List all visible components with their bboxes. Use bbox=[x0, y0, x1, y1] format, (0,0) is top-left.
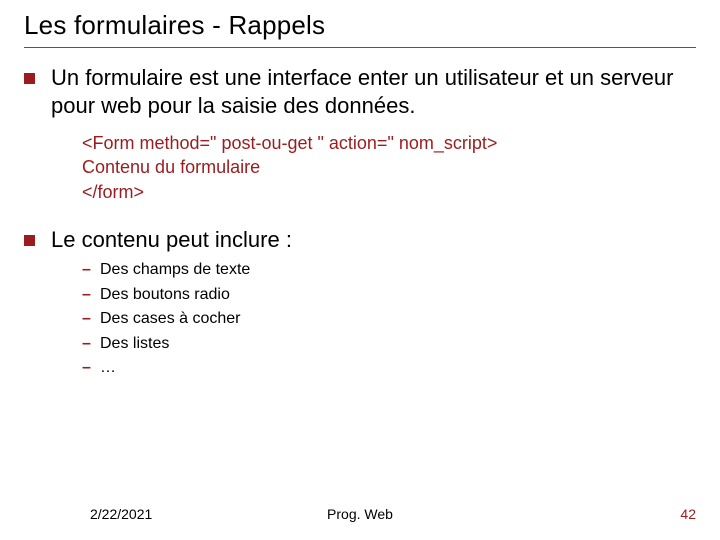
list-item: – Des champs de texte bbox=[82, 259, 696, 281]
code-line: <Form method=" post-ou-get " action=" no… bbox=[82, 131, 696, 155]
dash-bullet-icon: – bbox=[82, 284, 100, 306]
code-block: <Form method=" post-ou-get " action=" no… bbox=[82, 131, 696, 204]
bullet-text: Le contenu peut inclure : bbox=[51, 226, 292, 254]
code-line: Contenu du formulaire bbox=[82, 155, 696, 179]
code-line: </form> bbox=[82, 180, 696, 204]
footer-page-number: 42 bbox=[680, 506, 696, 522]
list-item: – … bbox=[82, 357, 696, 379]
slide-footer: 2/22/2021 Prog. Web 42 bbox=[0, 506, 720, 522]
square-bullet-icon bbox=[24, 235, 35, 246]
dash-bullet-icon: – bbox=[82, 308, 100, 330]
sub-item-text: Des listes bbox=[100, 333, 169, 355]
list-item: – Des cases à cocher bbox=[82, 308, 696, 330]
footer-center: Prog. Web bbox=[327, 506, 393, 522]
sub-item-text: … bbox=[100, 357, 116, 379]
bullet-item: Un formulaire est une interface enter un… bbox=[24, 64, 696, 119]
sub-item-text: Des cases à cocher bbox=[100, 308, 241, 330]
slide-title: Les formulaires - Rappels bbox=[24, 10, 696, 48]
square-bullet-icon bbox=[24, 73, 35, 84]
bullet-text: Un formulaire est une interface enter un… bbox=[51, 64, 696, 119]
dash-bullet-icon: – bbox=[82, 259, 100, 281]
list-item: – Des boutons radio bbox=[82, 284, 696, 306]
sub-list: – Des champs de texte – Des boutons radi… bbox=[82, 259, 696, 379]
sub-item-text: Des boutons radio bbox=[100, 284, 230, 306]
footer-date: 2/22/2021 bbox=[90, 506, 152, 522]
list-item: – Des listes bbox=[82, 333, 696, 355]
dash-bullet-icon: – bbox=[82, 357, 100, 379]
bullet-item: Le contenu peut inclure : bbox=[24, 226, 696, 254]
sub-item-text: Des champs de texte bbox=[100, 259, 250, 281]
dash-bullet-icon: – bbox=[82, 333, 100, 355]
